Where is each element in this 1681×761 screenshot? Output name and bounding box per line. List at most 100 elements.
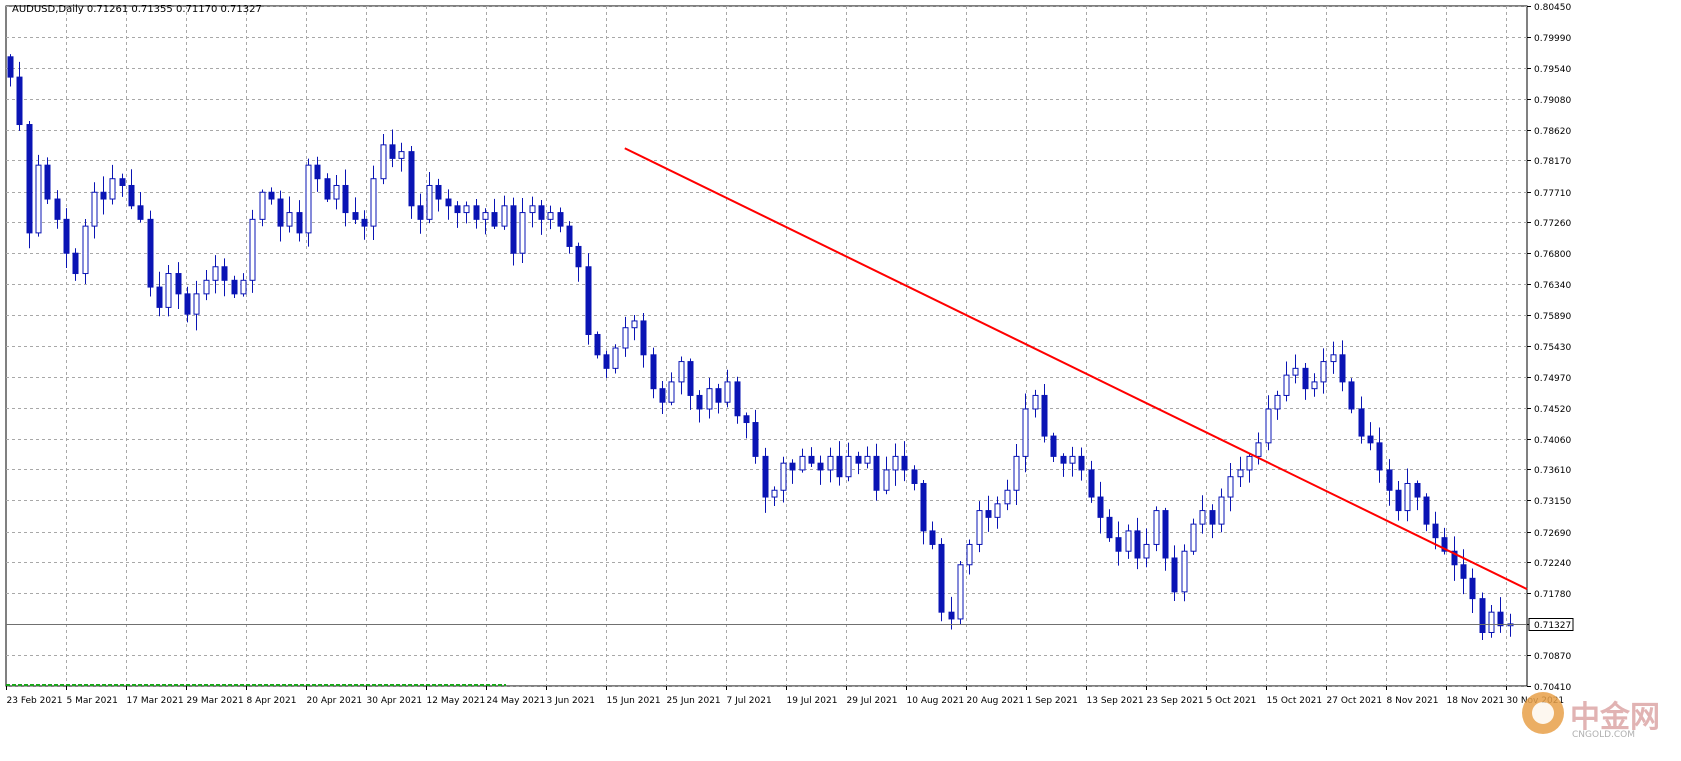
candle-body-bear — [538, 205, 545, 220]
candle-body-bull — [398, 151, 405, 159]
candle — [1479, 592, 1486, 641]
candle-body-bull — [1404, 482, 1411, 512]
candle-body-bull — [612, 347, 619, 369]
candle-body-bear — [1358, 408, 1365, 437]
candle-body-bull — [1227, 476, 1234, 498]
candle-body-bear — [296, 212, 303, 234]
watermark-domain: CNGOLD.COM — [1572, 730, 1636, 740]
candle-body-bull — [1199, 510, 1206, 525]
candle-body-bear — [7, 56, 14, 78]
candle-body-bull — [780, 462, 787, 491]
candle-body-bear — [603, 354, 610, 369]
candle-body-bull — [529, 205, 536, 214]
candle-body-bull — [463, 205, 470, 214]
x-tick-label: 20 Apr 2021 — [307, 696, 363, 706]
candle-body-bull — [994, 503, 1001, 518]
x-tick-label: 17 Mar 2021 — [127, 696, 184, 706]
candle-body-bear — [938, 543, 945, 613]
candle-body-bull — [771, 489, 778, 498]
y-tick-label: 0.71780 — [1534, 590, 1571, 600]
chart-header: AUDUSD,Daily 0.71261 0.71355 0.71170 0.7… — [12, 4, 262, 15]
candle-body-bear — [268, 191, 275, 200]
x-tick-label: 18 Nov 2021 — [1447, 696, 1505, 706]
candle-body-bear — [1367, 435, 1374, 444]
candle-body-bear — [557, 212, 564, 227]
audusd-daily-chart[interactable]: 0.80450 0.79990 0.79540 0.79080 0.78620 0.781… — [0, 0, 1681, 761]
candle-body-bear — [948, 611, 955, 620]
candle-body-bear — [435, 184, 442, 200]
candle-body-bull — [1330, 354, 1337, 363]
x-tick-label: 10 Aug 2021 — [907, 696, 965, 706]
candle-body-bear — [54, 198, 61, 220]
candle-body-bull — [883, 469, 890, 491]
candle-body-bear — [1078, 455, 1085, 471]
candle-body-bear — [1414, 482, 1421, 498]
candle-body-bull — [35, 164, 42, 234]
candle-body-bear — [1302, 367, 1309, 390]
candle-body-bull — [1283, 374, 1290, 396]
candle — [1190, 518, 1197, 555]
candle-body-bear — [324, 178, 331, 200]
candle-body-bull — [957, 564, 964, 620]
candle-body-bull — [1255, 442, 1262, 457]
candle — [1153, 506, 1160, 552]
candle-body-bull — [892, 455, 899, 471]
candle-body-bear — [1386, 469, 1393, 491]
candle-body-bear — [734, 381, 741, 417]
x-tick-label: 15 Jun 2021 — [607, 696, 661, 706]
candle-body-bull — [482, 212, 489, 220]
y-tick-label: 0.78170 — [1534, 157, 1571, 167]
candle-body-bull — [165, 273, 172, 308]
candle-body-bear — [911, 469, 918, 484]
candle — [1348, 378, 1355, 414]
candle-body-bull — [82, 225, 89, 275]
candle-body-bear — [1339, 354, 1346, 383]
candle-body-bull — [193, 293, 200, 315]
candle-body-bull — [259, 191, 266, 220]
candle-body-bear — [342, 184, 349, 214]
y-tick-label: 0.72690 — [1534, 529, 1571, 539]
candle-body-bull — [380, 144, 387, 180]
candle — [957, 560, 964, 625]
candle-body-bear — [640, 320, 647, 356]
candle-body-bull — [286, 212, 293, 227]
candle-body-bear — [1097, 496, 1104, 518]
candle-body-bear — [566, 225, 573, 247]
candle-body-bear — [473, 205, 480, 220]
candle-body-bull — [1022, 408, 1029, 457]
x-tick-label: 24 May 2021 — [487, 696, 546, 706]
y-tick-label: 0.70870 — [1534, 652, 1571, 662]
candle-body-bull — [1246, 455, 1253, 471]
y-tick-label: 0.74970 — [1534, 374, 1571, 384]
candle-body-bear — [1395, 489, 1402, 512]
candle-body-bull — [1320, 361, 1327, 383]
candle-body-bull — [1069, 455, 1076, 464]
x-tick-label: 23 Feb 2021 — [7, 696, 63, 706]
x-tick-label: 19 Jul 2021 — [787, 696, 838, 706]
candle-body-bull — [1311, 381, 1318, 390]
candle-body-bear — [128, 184, 135, 207]
candle-body-bear — [454, 205, 461, 214]
candle-body-bear — [147, 218, 154, 288]
y-tick-label: 0.76340 — [1534, 281, 1571, 291]
candle-body-bear — [1479, 598, 1486, 633]
candle-body-bear — [817, 462, 824, 471]
y-tick-label: 0.74060 — [1534, 436, 1571, 446]
candle-body-bear — [1088, 469, 1095, 498]
candle-body-bear — [1376, 442, 1383, 471]
candle-body-bear — [277, 198, 284, 227]
candle-body-bull — [864, 455, 871, 464]
candle-body-bear — [1209, 510, 1216, 525]
candle-body-bull — [305, 164, 312, 234]
candle-body-bear — [901, 455, 908, 471]
candle-body-bull — [501, 205, 508, 227]
candle-body-bear — [408, 151, 415, 207]
candle-body-bull — [1237, 469, 1244, 478]
y-tick-label: 0.73610 — [1534, 466, 1571, 476]
cngold-watermark: 中金网 CNGOLD.COM — [1522, 688, 1672, 748]
candle-body-bear — [221, 266, 228, 281]
candle — [26, 121, 33, 249]
candle-body-bull — [724, 381, 731, 403]
candle-body-bull — [249, 218, 256, 281]
candle-body-bull — [1153, 510, 1160, 545]
